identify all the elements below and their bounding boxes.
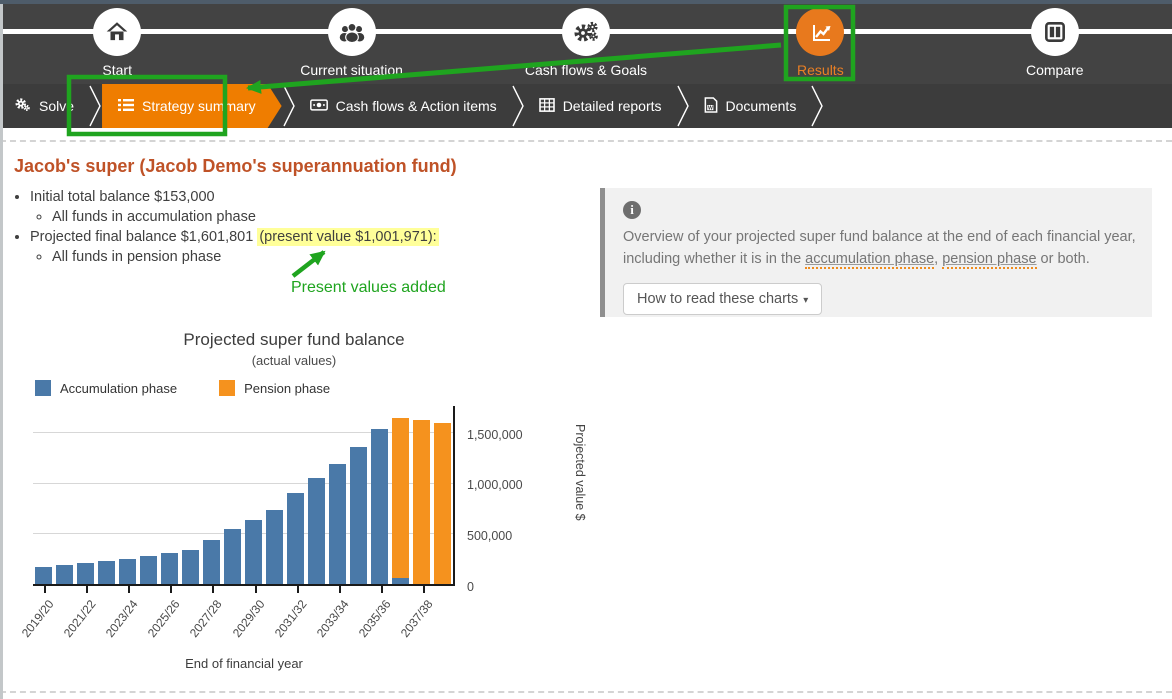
bar-2037/38 [411, 406, 432, 584]
subnav-item-cash-flows-action-items[interactable]: Cash flows & Action items [296, 84, 511, 128]
nav-step-results[interactable]: Results [703, 4, 937, 84]
fund-heading: Jacob's super (Jacob Demo's superannuati… [14, 156, 594, 177]
how-to-read-charts-button[interactable]: How to read these charts▾ [623, 283, 822, 315]
bar-2030/31 [264, 406, 285, 584]
svg-text:W: W [708, 105, 713, 111]
nav-step-label: Start [102, 62, 132, 78]
accumulation-phase-term[interactable]: accumulation phase [805, 251, 934, 269]
page-top-dashed-border [0, 140, 1172, 142]
bar-2025/26 [159, 406, 180, 584]
final-balance-item: Projected final balance $1,601,801 (pres… [30, 227, 594, 267]
nav-step-current-situation[interactable]: Current situation [234, 4, 468, 84]
word-doc-icon: W [704, 97, 718, 116]
subnav-item-solve[interactable]: Solve [0, 84, 88, 128]
chart-legend: Accumulation phase Pension phase [35, 380, 593, 396]
main-nav: Start Current situation [0, 4, 1172, 84]
x-axis: 2019/202021/222023/242025/262027/282029/… [33, 586, 455, 644]
chevron-separator-icon [282, 84, 296, 128]
people-icon [328, 8, 376, 56]
nav-step-label: Current situation [300, 62, 403, 78]
bar-2031/32 [285, 406, 306, 584]
bar-2027/28 [201, 406, 222, 584]
initial-balance-item: Initial total balance $153,000 All funds… [30, 187, 594, 227]
chevron-separator-icon [810, 84, 824, 128]
legend-pension: Pension phase [219, 380, 330, 396]
subnav-label: Solve [39, 98, 74, 114]
bar-2034/35 [348, 406, 369, 584]
pension-phase-term[interactable]: pension phase [942, 251, 1036, 269]
bar-2028/29 [222, 406, 243, 584]
info-icon: i [623, 201, 641, 219]
subnav-item-detailed-reports[interactable]: Detailed reports [525, 84, 676, 128]
bar-2023/24 [117, 406, 138, 584]
list-icon [118, 98, 134, 115]
present-value-highlight: (present value $1,001,971): [257, 228, 438, 246]
subnav-label: Cash flows & Action items [336, 98, 497, 114]
home-icon [93, 8, 141, 56]
compare-columns-icon [1031, 8, 1079, 56]
caret-down-icon: ▾ [803, 295, 808, 306]
present-values-annotation: Present values added [291, 279, 446, 297]
chart-line-icon [796, 8, 844, 56]
bar-2035/36 [369, 406, 390, 584]
strategy-summary-section: Jacob's super (Jacob Demo's superannuati… [14, 156, 594, 267]
banknote-icon [310, 98, 328, 115]
chart-info-box: i Overview of your projected super fund … [600, 188, 1152, 317]
bar-2019/20 [33, 406, 54, 584]
bar-2020/21 [54, 406, 75, 584]
chevron-separator-icon [511, 84, 525, 128]
table-icon [539, 98, 555, 115]
gears-icon [14, 96, 31, 116]
bar-2021/22 [75, 406, 96, 584]
plot-area [33, 406, 455, 586]
subnav-label: Strategy summary [142, 98, 256, 114]
bar-2024/25 [138, 406, 159, 584]
subnav-item-documents[interactable]: W Documents [690, 84, 811, 128]
page-bottom-dashed-border [0, 691, 1172, 693]
info-text: Overview of your projected super fund ba… [623, 226, 1155, 270]
chart-title: Projected super fund balance [33, 330, 555, 350]
chevron-separator-icon [88, 84, 102, 128]
y-axis-title: Projected value $ [573, 424, 587, 604]
nav-step-cash-flows-goals[interactable]: Cash flows & Goals [469, 4, 703, 84]
subnav-label: Detailed reports [563, 98, 662, 114]
gears-icon [562, 8, 610, 56]
y-axis-labels: 0500,0001,000,0001,500,000 [467, 406, 547, 586]
bar-2026/27 [180, 406, 201, 584]
page: Start Current situation [0, 0, 1172, 699]
chevron-separator-icon [676, 84, 690, 128]
chart-subtitle: (actual values) [33, 353, 555, 368]
bar-2036/37 [390, 406, 411, 584]
pension-swatch [219, 380, 235, 396]
subnav-label: Documents [726, 98, 797, 114]
legend-accumulation: Accumulation phase [35, 380, 177, 396]
subnav-item-strategy-summary[interactable]: Strategy summary [102, 84, 282, 128]
bar-2022/23 [96, 406, 117, 584]
nav-step-label: Results [797, 62, 844, 78]
pension-phase-item: All funds in pension phase [52, 247, 594, 267]
accumulation-phase-item: All funds in accumulation phase [52, 207, 594, 227]
results-subnav: Solve Strategy summary Cas [0, 84, 1172, 128]
bar-2033/34 [327, 406, 348, 584]
bar-2029/30 [243, 406, 264, 584]
bar-2032/33 [306, 406, 327, 584]
projected-balance-chart: Projected super fund balance (actual val… [33, 330, 593, 671]
nav-step-label: Cash flows & Goals [525, 62, 647, 78]
nav-step-compare[interactable]: Compare [938, 4, 1172, 84]
window-left-edge [0, 4, 3, 699]
nav-step-label: Compare [1026, 62, 1084, 78]
bar-2038/39 [432, 406, 453, 584]
nav-step-start[interactable]: Start [0, 4, 234, 84]
accumulation-swatch [35, 380, 51, 396]
